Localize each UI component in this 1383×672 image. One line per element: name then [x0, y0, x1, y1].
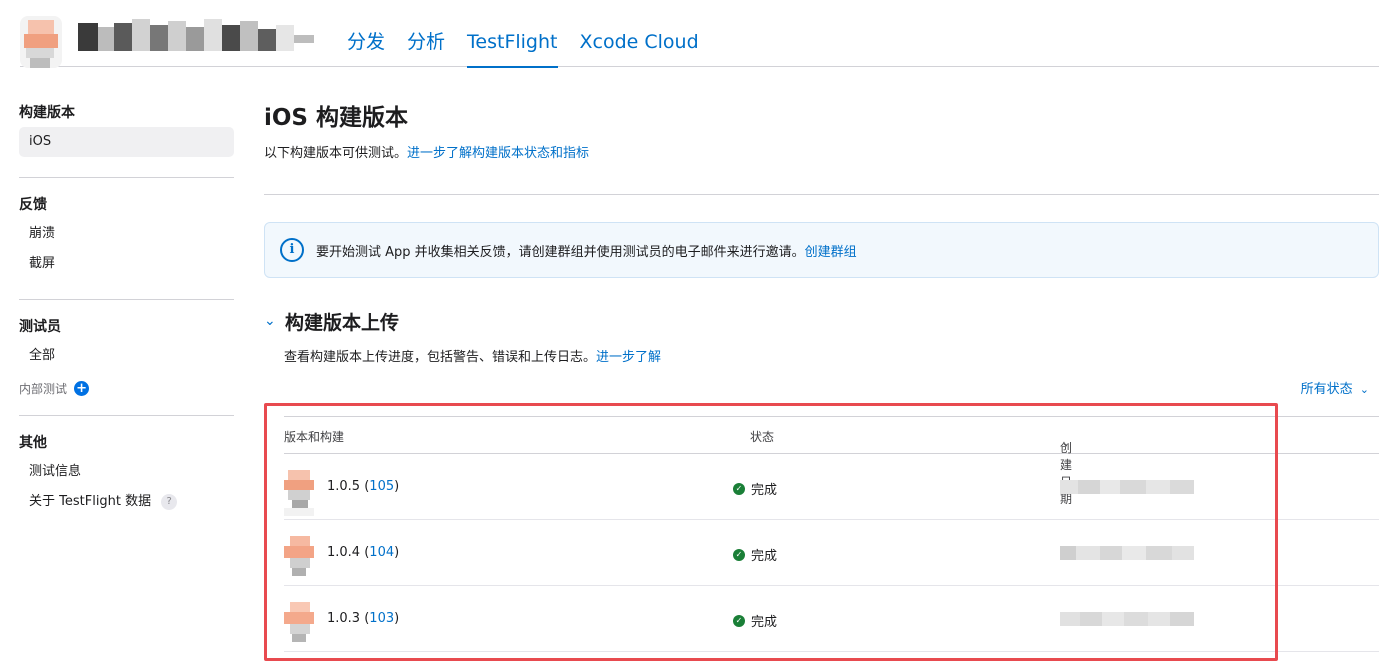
- build-app-icon: [284, 602, 314, 652]
- status-text: 完成: [751, 483, 778, 498]
- sidebar-other-section: 其他 测试信息 关于 TestFlight 数据 ?: [19, 432, 234, 517]
- checkmark-icon: ✓: [733, 614, 745, 627]
- sidebar-feedback-section: 反馈 崩溃 截屏: [19, 194, 234, 279]
- created-date-redacted: [1060, 480, 1194, 494]
- version-number: 1.0.4: [327, 545, 361, 560]
- sidebar-item-crashes[interactable]: 崩溃: [19, 219, 234, 249]
- table-row[interactable]: 1.0.5 (105) ✓ 完成: [284, 454, 1379, 520]
- status-text: 完成: [751, 615, 778, 630]
- internal-testing-label: 内部测试: [19, 381, 68, 396]
- build-paren-close: ): [394, 611, 400, 626]
- status-filter-dropdown[interactable]: 所有状态 ⌄: [1301, 378, 1369, 397]
- page-title: iOS 构建版本: [264, 105, 409, 131]
- sidebar-item-screenshots[interactable]: 截屏: [19, 249, 234, 279]
- learn-build-status-link[interactable]: 进一步了解构建版本状态和指标: [407, 146, 589, 161]
- sort-chevron-icon: ⌄: [1062, 439, 1070, 449]
- column-version-build: 版本和构建: [284, 430, 345, 444]
- section-title: 构建版本上传: [285, 311, 400, 334]
- main-tabs: 分发 分析 TestFlight Xcode Cloud: [336, 0, 710, 68]
- created-date-redacted: [1060, 546, 1194, 560]
- column-status: 状态: [750, 430, 775, 444]
- table-row[interactable]: 1.0.4 (104) ✓ 完成: [284, 520, 1379, 586]
- table-header: 版本和构建 状态 创建日期⌄: [284, 416, 1379, 506]
- sidebar-divider: [19, 299, 234, 300]
- add-group-plus-icon[interactable]: +: [74, 380, 90, 396]
- page-subtitle: 以下构建版本可供测试。进一步了解构建版本状态和指标: [264, 144, 1379, 164]
- app-icon[interactable]: [20, 16, 62, 68]
- created-date-redacted: [1060, 612, 1194, 626]
- build-version: 1.0.5 (105): [327, 479, 399, 494]
- checkmark-icon: ✓: [733, 548, 745, 561]
- collapse-chevron-icon[interactable]: ⌄: [264, 313, 284, 329]
- build-app-icon: [284, 470, 314, 520]
- sidebar-heading-other: 其他: [19, 435, 47, 451]
- info-icon: i: [280, 238, 304, 262]
- section-subtitle-text: 查看构建版本上传进度，包括警告、错误和上传日志。: [284, 350, 597, 365]
- status-text: 完成: [751, 549, 778, 564]
- build-paren-close: ): [394, 479, 400, 494]
- build-number-link[interactable]: 104: [369, 545, 394, 560]
- sidebar-heading-builds: 构建版本: [19, 105, 75, 121]
- section-subtitle: 查看构建版本上传进度，包括警告、错误和上传日志。进一步了解: [284, 348, 1379, 368]
- tab-analytics[interactable]: 分析: [396, 0, 456, 67]
- app-name-redacted: [78, 17, 314, 53]
- about-testflight-data-label: 关于 TestFlight 数据: [29, 494, 152, 509]
- info-banner: i 要开始测试 App 并收集相关反馈，请创建群组并使用测试员的电子邮件来进行邀…: [264, 222, 1379, 278]
- builds-table: 版本和构建 状态 创建日期⌄ 1.0.5 (105) ✓ 完成: [284, 416, 1379, 652]
- sidebar-item-test-info[interactable]: 测试信息: [19, 457, 234, 487]
- sidebar-item-all-testers[interactable]: 全部: [19, 341, 234, 371]
- tab-testflight[interactable]: TestFlight: [456, 0, 568, 68]
- build-status: ✓ 完成: [733, 479, 777, 498]
- main-content: iOS 构建版本 以下构建版本可供测试。进一步了解构建版本状态和指标 i 要开始…: [264, 96, 1379, 652]
- sidebar-heading-feedback: 反馈: [19, 197, 47, 213]
- sidebar-divider: [19, 415, 234, 416]
- build-uploads-header: ⌄ 构建版本上传: [264, 306, 1379, 336]
- table-row[interactable]: 1.0.3 (103) ✓ 完成: [284, 586, 1379, 652]
- help-question-icon[interactable]: ?: [161, 494, 178, 510]
- learn-more-link[interactable]: 进一步了解: [596, 350, 661, 365]
- sidebar-builds-section: 构建版本 iOS: [19, 96, 234, 157]
- main-divider: [264, 194, 1379, 195]
- page-subtitle-text: 以下构建版本可供测试。: [264, 146, 408, 161]
- sidebar-testers-section: 测试员 全部 内部测试 +: [19, 316, 234, 401]
- build-app-icon: [284, 536, 314, 586]
- checkmark-icon: ✓: [733, 482, 745, 495]
- build-number-link[interactable]: 103: [369, 611, 394, 626]
- sidebar-item-ios[interactable]: iOS: [19, 127, 234, 157]
- build-version: 1.0.4 (104): [327, 545, 399, 560]
- sidebar-divider: [19, 177, 234, 178]
- status-filter-label: 所有状态: [1300, 382, 1353, 397]
- tab-xcode-cloud[interactable]: Xcode Cloud: [569, 0, 710, 67]
- sidebar: 构建版本 iOS 反馈 崩溃 截屏 测试员 全部 内部测试 + 其他 测试信息 …: [19, 96, 234, 517]
- build-number-link[interactable]: 105: [369, 479, 394, 494]
- build-paren-close: ): [394, 545, 400, 560]
- sidebar-item-about-testflight-data[interactable]: 关于 TestFlight 数据 ?: [19, 487, 234, 517]
- version-number: 1.0.3: [327, 611, 361, 626]
- create-group-link[interactable]: 创建群组: [805, 241, 857, 260]
- version-number: 1.0.5: [327, 479, 361, 494]
- top-header: 分发 分析 TestFlight Xcode Cloud: [20, 0, 1379, 68]
- build-version: 1.0.3 (103): [327, 611, 399, 626]
- sidebar-internal-testing: 内部测试 +: [19, 375, 234, 401]
- sidebar-heading-testers: 测试员: [19, 319, 61, 335]
- build-status: ✓ 完成: [733, 611, 777, 630]
- info-banner-text: 要开始测试 App 并收集相关反馈，请创建群组并使用测试员的电子邮件来进行邀请。: [316, 244, 805, 260]
- tab-distribution[interactable]: 分发: [336, 0, 396, 67]
- chevron-down-icon: ⌄: [1359, 383, 1369, 396]
- build-status: ✓ 完成: [733, 545, 777, 564]
